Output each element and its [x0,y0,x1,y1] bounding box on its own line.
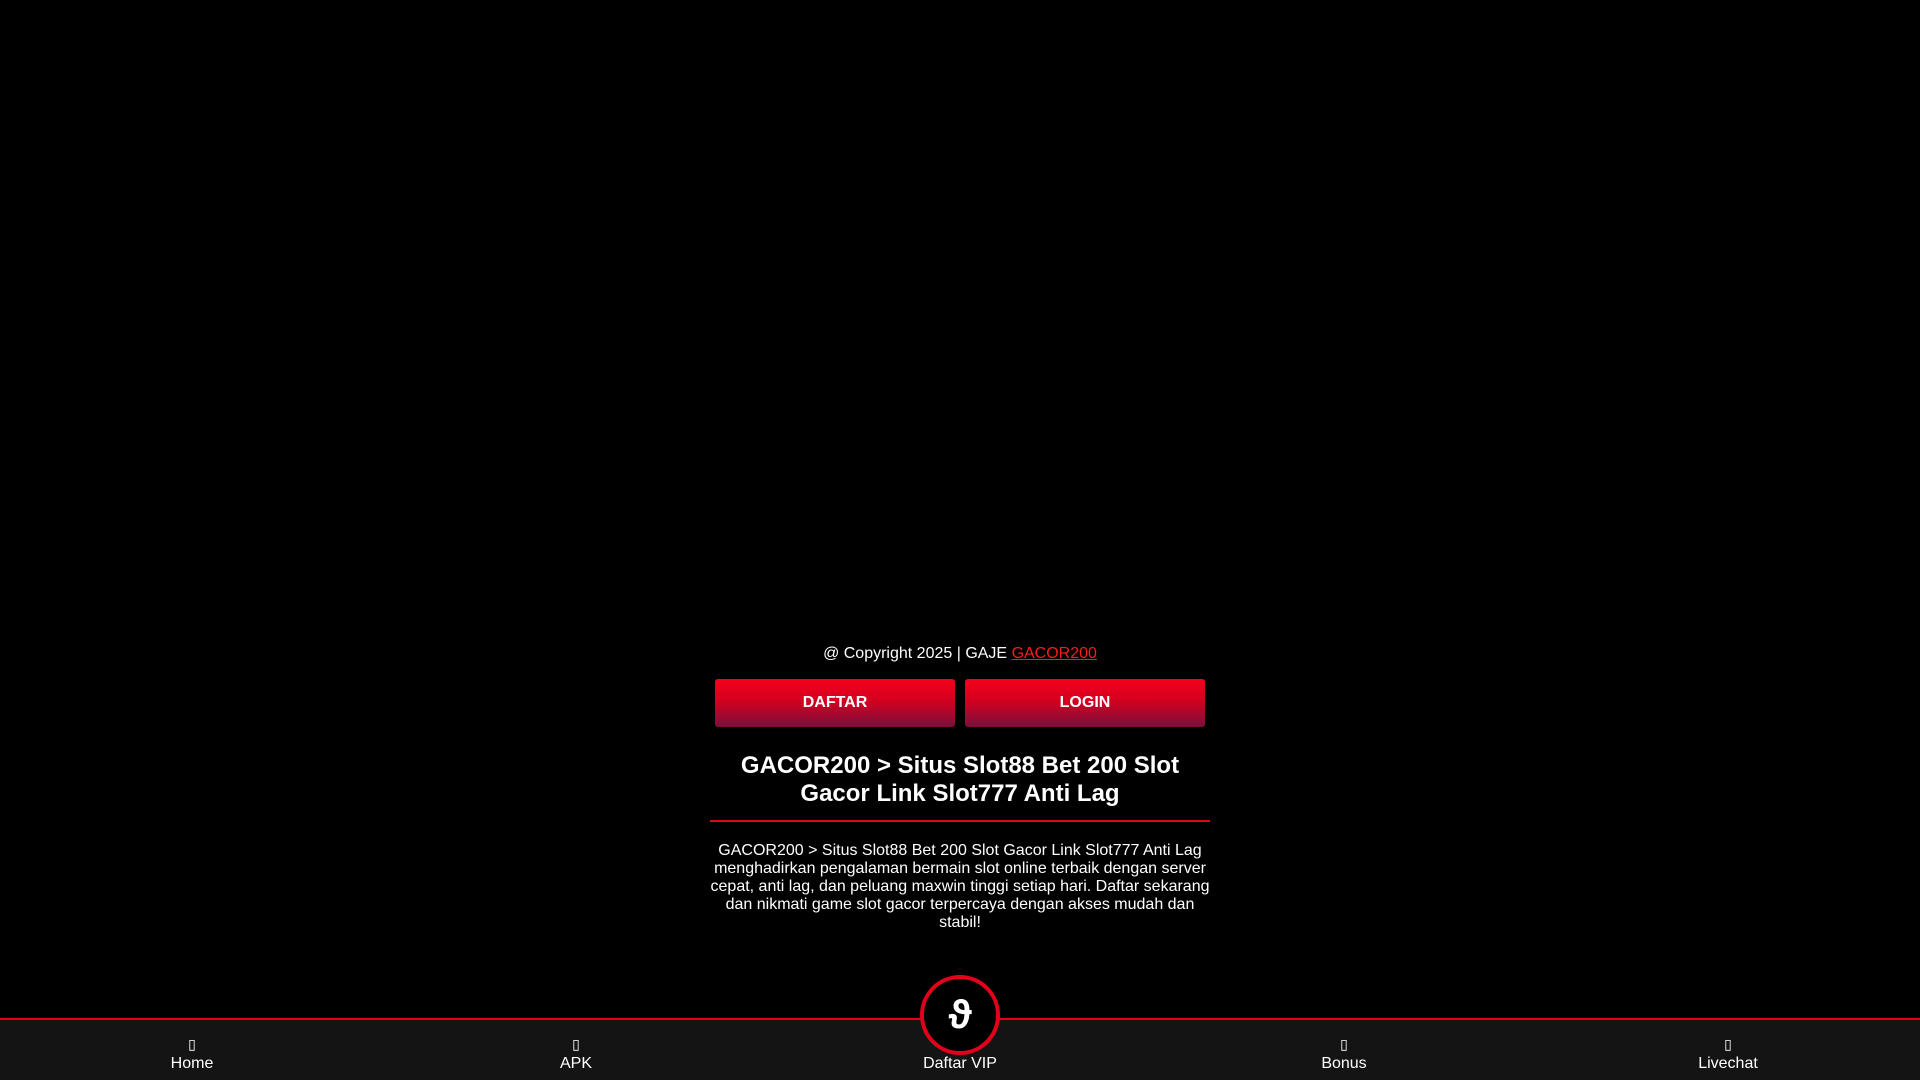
livechat-icon: ▯ [1724,1036,1732,1052]
page-title: GACOR200 > Situs Slot88 Bet 200 Slot Gac… [710,752,1210,822]
nav-label-apk: APK [559,1055,592,1072]
page-description: GACOR200 > Situs Slot88 Bet 200 Slot Gac… [710,842,1210,931]
nav-item-bonus[interactable]: ▯ Bonus [1152,1020,1536,1080]
nav-item-livechat[interactable]: ▯ Livechat [1536,1020,1920,1080]
apk-icon: ▯ [572,1036,580,1052]
nav-label-bonus: Bonus [1321,1055,1367,1072]
nav-label-daftar-vip: Daftar VIP [923,1055,997,1072]
bonus-icon: ▯ [1340,1036,1348,1052]
nav-label-home: Home [170,1055,214,1072]
nav-label-livechat: Livechat [1698,1055,1758,1072]
main-content: @ Copyright 2025 | GAJE GACOR200 DAFTAR … [710,640,1210,932]
copyright-text: @ Copyright 2025 | GAJE [823,645,1008,662]
home-icon: ▯ [188,1036,196,1052]
auth-buttons: DAFTAR LOGIN [710,679,1210,727]
brand-link[interactable]: GACOR200 [1012,645,1097,662]
daftar-button[interactable]: DAFTAR [715,679,955,727]
nav-item-apk[interactable]: ▯ APK [384,1020,768,1080]
daftar-vip-button[interactable]: ϑ [920,975,1000,1055]
page: @ Copyright 2025 | GAJE GACOR200 DAFTAR … [0,0,1920,1080]
vip-icon: ϑ [948,993,972,1037]
login-button[interactable]: LOGIN [965,679,1205,727]
copyright-line: @ Copyright 2025 | GAJE GACOR200 [710,640,1210,667]
nav-item-home[interactable]: ▯ Home [0,1020,384,1080]
